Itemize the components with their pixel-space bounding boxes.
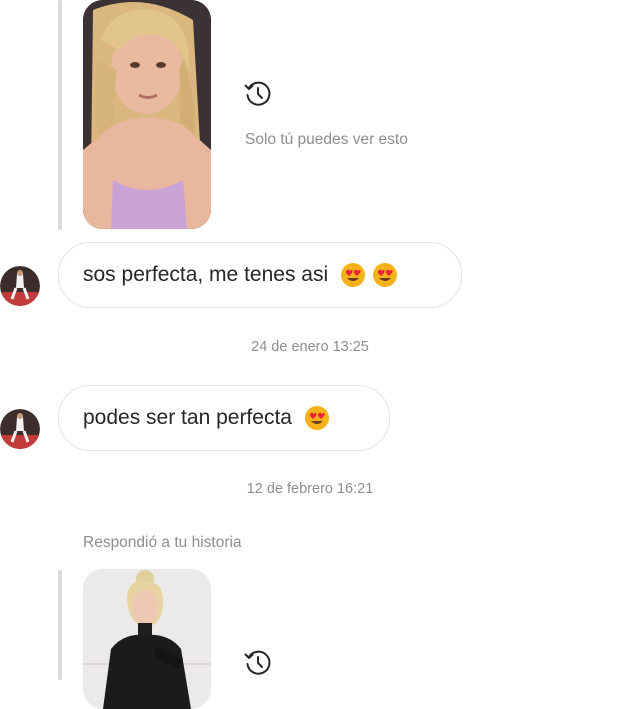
sender-avatar[interactable] [0, 266, 40, 306]
timestamp: 12 de febrero 16:21 [246, 481, 374, 497]
reply-label: Respondió a tu historia [83, 534, 242, 551]
message-bubble[interactable]: podes ser tan perfecta [58, 385, 390, 451]
story-thumbnail[interactable] [83, 569, 211, 709]
message-text: sos perfecta, me tenes asi [83, 263, 329, 286]
message-text: podes ser tan perfecta [83, 406, 292, 429]
message-bubble[interactable]: sos perfecta, me tenes asi [58, 242, 462, 308]
history-icon [243, 79, 273, 114]
heart-eyes-emoji [341, 263, 366, 287]
heart-eyes-emoji [304, 406, 329, 430]
heart-eyes-emoji [373, 263, 398, 287]
sender-avatar[interactable] [0, 409, 40, 449]
story-reply-line [58, 0, 62, 230]
story-thumbnail[interactable] [83, 0, 211, 229]
timestamp: 24 de enero 13:25 [251, 339, 369, 355]
history-icon [243, 648, 273, 683]
story-reply-line [58, 570, 62, 680]
private-note: Solo tú puedes ver esto [245, 131, 408, 148]
